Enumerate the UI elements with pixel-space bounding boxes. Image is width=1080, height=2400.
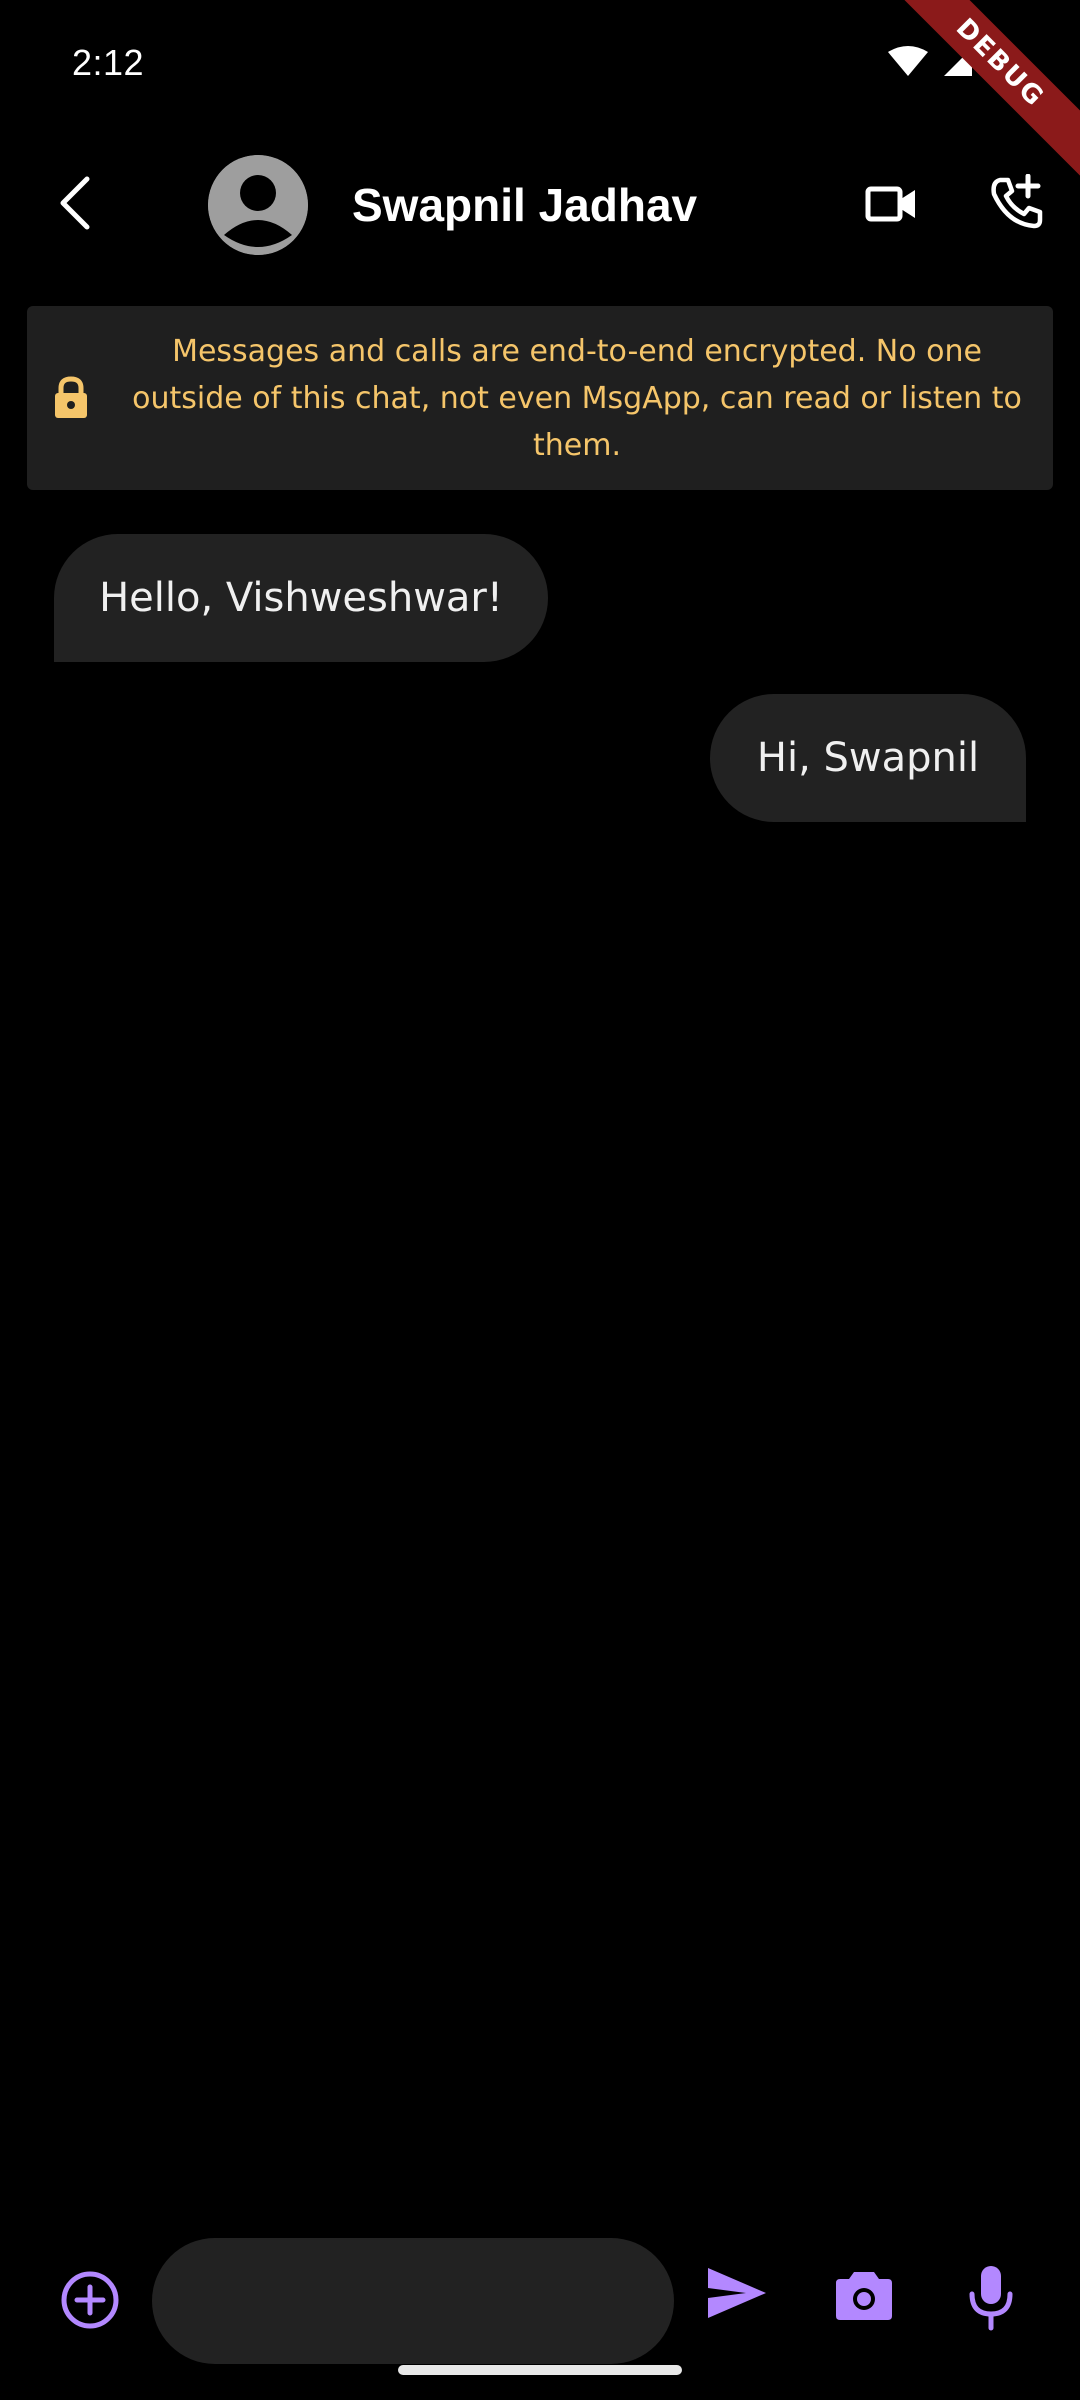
wifi-icon — [888, 46, 928, 78]
incoming-message-bubble[interactable]: Hello, Vishweshwar! — [54, 534, 548, 662]
home-indicator[interactable] — [398, 2365, 682, 2375]
add-call-icon — [988, 173, 1044, 235]
back-arrow-icon — [57, 175, 91, 236]
avatar-person-icon — [208, 155, 308, 255]
attach-button[interactable] — [58, 2268, 122, 2332]
send-icon — [708, 2268, 766, 2318]
video-call-icon — [865, 186, 917, 227]
message-input[interactable] — [152, 2238, 674, 2364]
mic-icon — [969, 2266, 1013, 2331]
camera-button[interactable] — [834, 2268, 894, 2328]
outgoing-message-bubble[interactable]: Hi, Swapnil — [710, 694, 1026, 822]
send-button[interactable] — [706, 2266, 768, 2330]
status-time: 2:12 — [72, 42, 145, 83]
contact-name[interactable]: Swapnil Jadhav — [352, 178, 697, 232]
add-circle-icon — [61, 2271, 119, 2329]
encryption-notice-text: Messages and calls are end-to-end encryp… — [132, 334, 1022, 463]
lock-icon — [51, 376, 91, 420]
status-bar: 2:12 — [0, 0, 1080, 130]
message-text: Hello, Vishweshwar! — [99, 575, 503, 621]
app-bar: Swapnil Jadhav — [0, 140, 1080, 270]
message-composer — [0, 2230, 1080, 2370]
encryption-banner: Messages and calls are end-to-end encryp… — [27, 306, 1053, 490]
add-call-button[interactable] — [984, 172, 1048, 236]
camera-icon — [836, 2272, 892, 2320]
video-call-button[interactable] — [858, 176, 924, 236]
mic-button[interactable] — [966, 2262, 1016, 2332]
avatar[interactable] — [208, 155, 308, 255]
back-button[interactable] — [42, 170, 106, 240]
message-text: Hi, Swapnil — [756, 735, 980, 781]
